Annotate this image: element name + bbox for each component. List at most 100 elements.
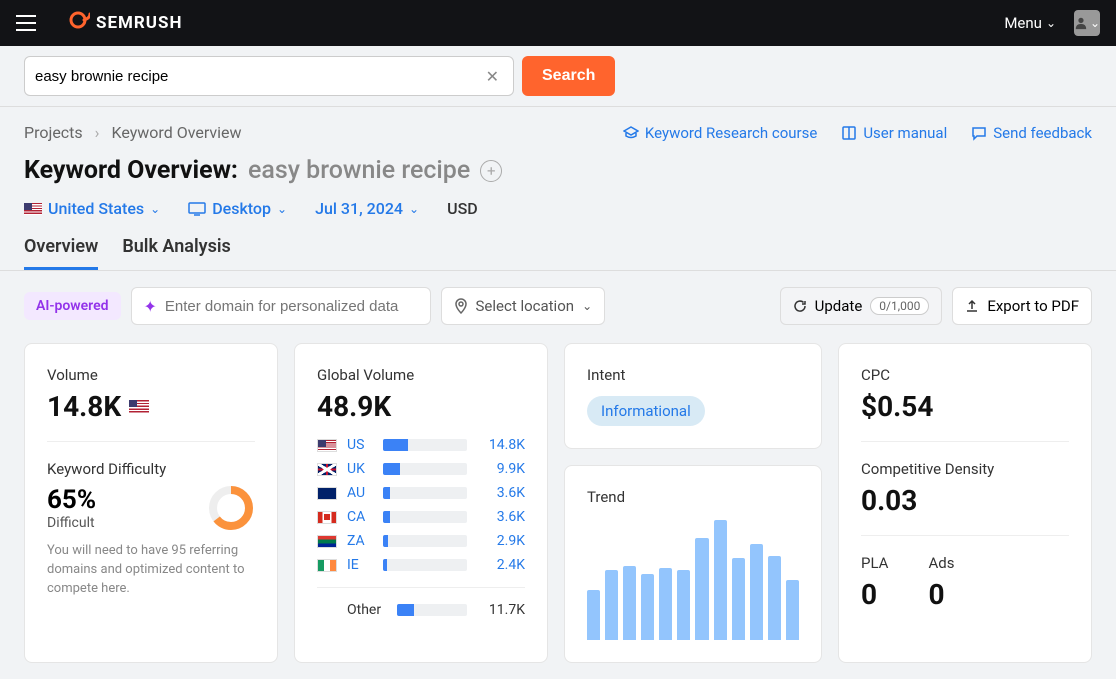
device-filter[interactable]: Desktop ⌄	[188, 199, 287, 218]
trend-bar	[714, 520, 727, 640]
add-keyword-icon[interactable]: +	[480, 160, 502, 182]
country-volume-value: 2.4K	[477, 557, 525, 573]
trend-bar	[587, 590, 600, 640]
chevron-down-icon: ⌄	[582, 299, 592, 313]
country-volume-row-other: Other 11.7K	[317, 602, 525, 618]
breadcrumb: Projects › Keyword Overview	[24, 123, 242, 142]
flag-uk-icon	[317, 463, 337, 476]
pla-value: 0	[861, 578, 888, 611]
send-feedback-link[interactable]: Send feedback	[971, 124, 1092, 142]
country-volume-value: 14.8K	[477, 437, 525, 453]
flag-us-icon	[129, 400, 149, 414]
volume-card: Volume 14.8K Keyword Difficulty 65% Diff…	[24, 343, 278, 663]
chevron-down-icon: ⌄	[150, 202, 160, 216]
volume-bar	[397, 604, 467, 616]
search-button[interactable]: Search	[522, 56, 615, 96]
update-button[interactable]: Update 0/1,000	[780, 287, 943, 325]
country-code: US	[347, 437, 373, 453]
book-icon	[841, 125, 857, 141]
trend-bar	[641, 574, 654, 640]
competitive-density-label: Competitive Density	[861, 460, 1069, 478]
country-volume-value: 3.6K	[477, 485, 525, 501]
country-volume-row[interactable]: UK 9.9K	[317, 461, 525, 477]
user-manual-link[interactable]: User manual	[841, 124, 947, 142]
pla-label: PLA	[861, 554, 888, 572]
volume-bar	[383, 511, 467, 523]
trend-bar	[750, 544, 763, 640]
tab-bulk-analysis[interactable]: Bulk Analysis	[122, 236, 230, 270]
tab-overview[interactable]: Overview	[24, 236, 98, 270]
cpc-label: CPC	[861, 366, 1069, 384]
desktop-icon	[188, 202, 206, 216]
trend-chart	[587, 520, 799, 640]
brand-logo[interactable]: SEMRUSH	[66, 8, 182, 38]
domain-input-wrapper[interactable]: ✦	[131, 287, 431, 325]
country-volume-row[interactable]: ZA 2.9K	[317, 533, 525, 549]
trend-label: Trend	[587, 488, 799, 506]
country-code: ZA	[347, 533, 373, 549]
country-filter[interactable]: United States ⌄	[24, 199, 160, 218]
upload-icon	[965, 299, 979, 313]
trend-bar	[623, 566, 636, 640]
country-volume-value: 3.6K	[477, 509, 525, 525]
flag-au-icon	[317, 487, 337, 500]
volume-bar	[383, 535, 467, 547]
competitive-density-value: 0.03	[861, 484, 1069, 517]
menu-dropdown[interactable]: Menu ⌄	[1004, 14, 1056, 32]
update-count: 0/1,000	[870, 297, 929, 315]
volume-bar	[383, 439, 467, 451]
breadcrumb-current: Keyword Overview	[111, 123, 241, 142]
export-pdf-button[interactable]: Export to PDF	[952, 287, 1092, 325]
flag-us-icon	[317, 439, 337, 452]
trend-bar	[768, 556, 781, 640]
pin-icon	[454, 298, 468, 314]
country-volume-row[interactable]: AU 3.6K	[317, 485, 525, 501]
global-volume-card: Global Volume 48.9K US 14.8K UK 9.9K AU …	[294, 343, 548, 663]
flag-za-icon	[317, 535, 337, 548]
search-box[interactable]: ✕	[24, 56, 514, 96]
keyword-difficulty-desc: You will need to have 95 referring domai…	[47, 542, 255, 599]
country-volume-value: 9.9K	[477, 461, 525, 477]
chevron-down-icon: ⌄	[1090, 16, 1100, 30]
keyword-difficulty-label: Keyword Difficulty	[47, 460, 255, 478]
country-volume-row[interactable]: IE 2.4K	[317, 557, 525, 573]
ads-label: Ads	[928, 554, 954, 572]
intent-label: Intent	[587, 366, 799, 384]
ai-powered-badge: AI-powered	[24, 292, 121, 320]
location-select[interactable]: Select location ⌄	[441, 287, 606, 325]
user-menu[interactable]: ⌄	[1074, 10, 1100, 36]
cpc-value: $0.54	[861, 390, 1069, 423]
trend-bar	[605, 570, 618, 640]
country-code: CA	[347, 509, 373, 525]
difficulty-donut-icon	[207, 484, 255, 532]
date-filter[interactable]: Jul 31, 2024 ⌄	[315, 199, 419, 218]
clear-icon[interactable]: ✕	[482, 63, 503, 90]
hamburger-icon[interactable]	[16, 15, 36, 31]
domain-input[interactable]	[165, 298, 418, 315]
breadcrumb-root[interactable]: Projects	[24, 123, 83, 142]
keyword-research-course-link[interactable]: Keyword Research course	[623, 124, 817, 142]
country-volume-row[interactable]: US 14.8K	[317, 437, 525, 453]
intent-card: Intent Informational	[564, 343, 822, 449]
refresh-icon	[793, 299, 807, 313]
page-title: Keyword Overview:	[24, 156, 238, 185]
trend-bar	[695, 538, 708, 640]
trend-bar	[659, 568, 672, 640]
trend-bar	[732, 558, 745, 640]
country-code: IE	[347, 557, 373, 573]
search-input[interactable]	[35, 68, 482, 85]
trend-bar	[786, 580, 799, 640]
flag-ca-icon	[317, 511, 337, 524]
page-title-keyword: easy brownie recipe	[248, 156, 470, 185]
country-volume-value: 2.9K	[477, 533, 525, 549]
flag-us-icon	[24, 203, 42, 215]
keyword-difficulty-value: 65%	[47, 485, 193, 515]
currency-label: USD	[447, 199, 478, 218]
country-volume-row[interactable]: CA 3.6K	[317, 509, 525, 525]
volume-label: Volume	[47, 366, 255, 384]
trend-bar	[677, 570, 690, 640]
chevron-down-icon: ⌄	[409, 202, 419, 216]
chevron-down-icon: ⌄	[277, 202, 287, 216]
volume-bar	[383, 559, 467, 571]
cpc-card: CPC $0.54 Competitive Density 0.03 PLA 0…	[838, 343, 1092, 663]
